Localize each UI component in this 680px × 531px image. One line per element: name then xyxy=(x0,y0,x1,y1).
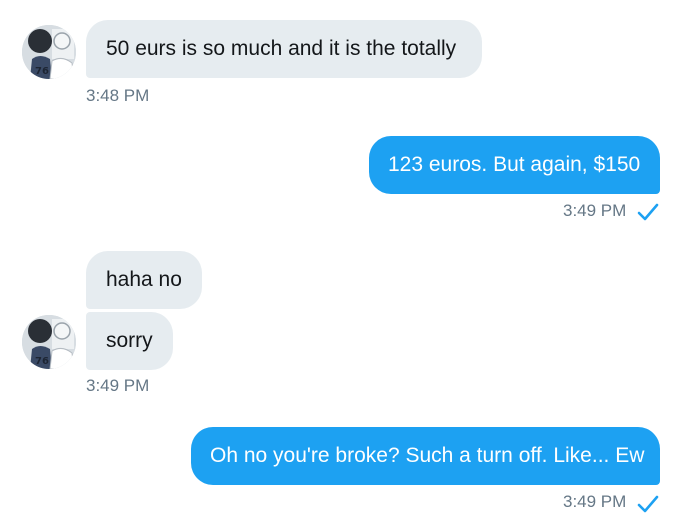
check-icon xyxy=(637,495,659,513)
avatar[interactable]: 76 xyxy=(22,25,76,79)
check-icon xyxy=(637,203,659,221)
message-timestamp: 3:49 PM xyxy=(86,376,150,395)
jersey-number: 76 xyxy=(35,356,49,367)
message-bubble-incoming[interactable]: sorry xyxy=(86,312,173,370)
message-bubble-incoming[interactable]: haha no xyxy=(86,251,202,309)
message-bubble-outgoing[interactable]: Oh no you're broke? Such a turn off. Lik… xyxy=(191,427,660,485)
message-text: sorry xyxy=(106,329,153,352)
message-timestamp: 3:48 PM xyxy=(86,86,150,105)
message-timestamp: 3:49 PM xyxy=(563,201,627,220)
message-text: 50 eurs is so much and it is the totally xyxy=(106,37,457,60)
avatar[interactable]: 76 xyxy=(22,315,76,369)
message-text: Oh no you're broke? Such a turn off. Lik… xyxy=(210,444,645,467)
avatar-image: 76 xyxy=(22,25,76,79)
message-bubble-outgoing[interactable]: 123 euros. But again, $150 xyxy=(369,136,660,194)
avatar-image: 76 xyxy=(22,315,76,369)
message-text: 123 euros. But again, $150 xyxy=(388,153,641,176)
jersey-number: 76 xyxy=(35,66,49,77)
message-bubble-incoming[interactable]: 50 eurs is so much and it is the totally xyxy=(86,20,482,78)
message-text: haha no xyxy=(106,268,182,291)
message-timestamp: 3:49 PM xyxy=(563,492,627,511)
